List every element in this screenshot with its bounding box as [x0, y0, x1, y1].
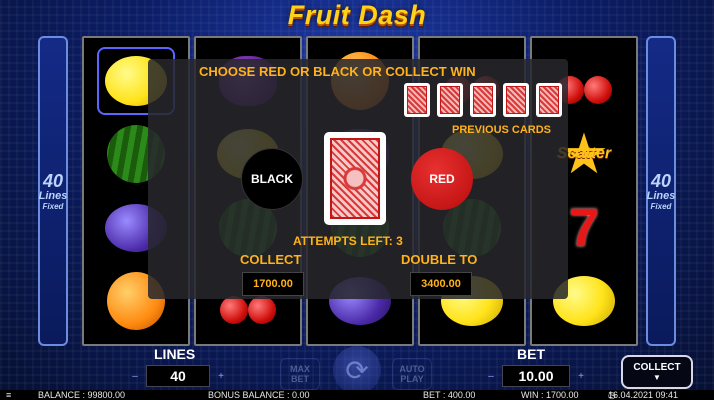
previous-card: [503, 83, 529, 117]
spin-refresh-icon: ⟳: [345, 354, 369, 386]
lines-indicator-right: 40 Lines Fixed: [646, 36, 676, 346]
double-to-value: 3400.00: [410, 272, 472, 296]
status-bar: ≡ BALANCE : 99800.00 BONUS BALANCE : 0.0…: [0, 390, 714, 400]
gamble-card: [324, 132, 386, 225]
win-text: WIN : 1700.00: [521, 390, 579, 400]
lines-count: 40: [650, 170, 672, 191]
game-logo: Fruit Dash: [287, 0, 427, 30]
lines-fixed: Fixed: [650, 201, 672, 211]
lines-value: 40: [146, 365, 210, 387]
attempts-left: ATTEMPTS LEFT: 3: [293, 234, 403, 248]
bet-minus-button[interactable]: –: [484, 371, 498, 382]
bonus-balance-text: BONUS BALANCE : 0.00: [208, 390, 310, 400]
lines-stepper: – 40 +: [128, 365, 228, 387]
lines-indicator-left: 40 Lines Fixed: [38, 36, 68, 346]
collect-button-label: COLLECT: [633, 362, 681, 373]
hamburger-menu-icon[interactable]: ≡: [6, 390, 11, 400]
bet-total-text: BET : 400.00: [423, 390, 476, 400]
control-bar: LINES – 40 + MAX BET ⟳ AUTO PLAY BET – 1…: [0, 346, 714, 394]
collect-label: COLLECT: [240, 252, 302, 267]
chevron-down-icon: ▼: [653, 373, 661, 382]
lines-word: Lines: [38, 189, 68, 202]
lines-count: 40: [42, 170, 64, 191]
collect-button[interactable]: COLLECT ▼: [621, 355, 693, 389]
lines-minus-button[interactable]: –: [128, 371, 142, 382]
datetime-value: 16.04.2021 09:41: [608, 390, 679, 400]
bet-stepper: – 10.00 +: [484, 365, 588, 387]
gamble-title: CHOOSE RED OR BLACK OR COLLECT WIN: [199, 64, 476, 79]
bet-value: 10.00: [502, 365, 570, 387]
black-button[interactable]: BLACK: [241, 148, 303, 210]
lines-fixed: Fixed: [42, 201, 64, 211]
previous-cards: [404, 83, 562, 117]
bet-plus-button[interactable]: +: [574, 371, 588, 382]
collect-value: 1700.00: [242, 272, 304, 296]
spin-button[interactable]: ⟳: [333, 346, 381, 394]
lines-word: Lines: [646, 189, 676, 202]
previous-card: [470, 83, 496, 117]
bet-label: BET: [517, 346, 545, 362]
lines-label: LINES: [154, 346, 196, 362]
previous-card: [437, 83, 463, 117]
previous-card: [404, 83, 430, 117]
lines-plus-button[interactable]: +: [214, 371, 228, 382]
max-bet-button[interactable]: MAX BET: [280, 358, 320, 390]
previous-card: [536, 83, 562, 117]
balance-text: BALANCE : 99800.00: [38, 390, 126, 400]
red-button[interactable]: RED: [411, 148, 473, 210]
previous-cards-label: PREVIOUS CARDS: [452, 124, 552, 136]
gamble-dialog: CHOOSE RED OR BLACK OR COLLECT WIN PREVI…: [148, 59, 568, 299]
auto-play-button[interactable]: AUTO PLAY: [392, 358, 432, 390]
double-to-label: DOUBLE TO: [401, 252, 478, 267]
